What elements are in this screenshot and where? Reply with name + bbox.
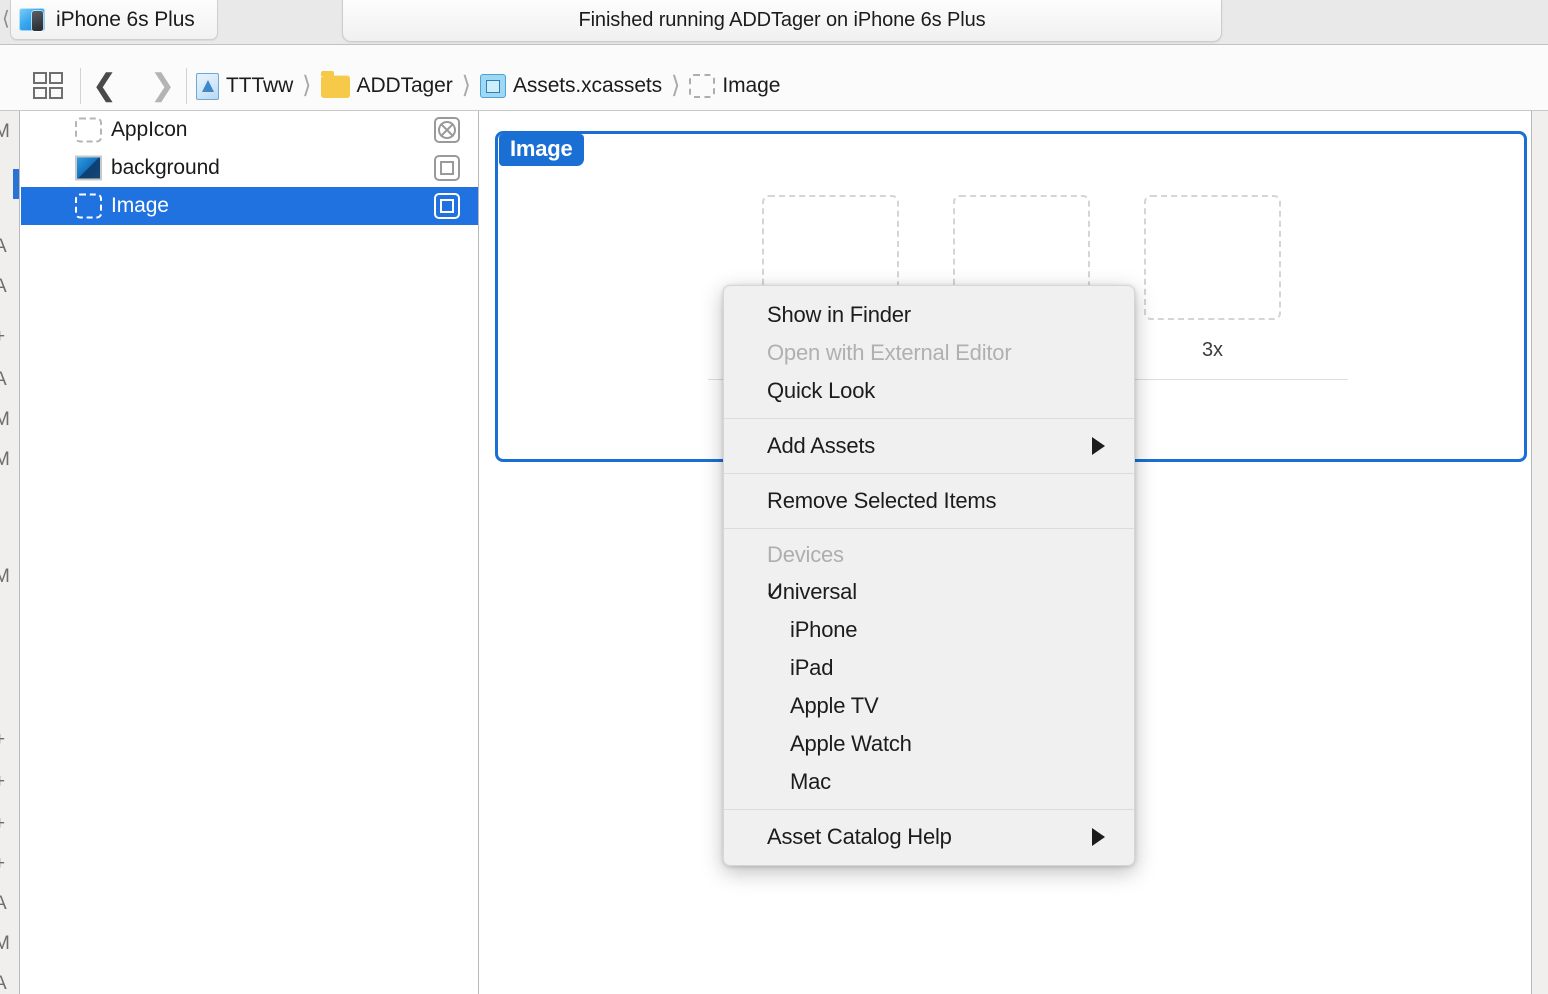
breadcrumb-label-group: ADDTager bbox=[356, 74, 453, 97]
menu-separator bbox=[724, 473, 1134, 474]
breadcrumb-label-imageset: Image bbox=[722, 74, 781, 97]
clipped-glyph: + bbox=[0, 771, 5, 793]
jumpbar-divider-1 bbox=[80, 68, 81, 104]
menu-item-asset-catalog-help[interactable]: Asset Catalog Help bbox=[724, 818, 1134, 856]
toolbar: ⟨ iPhone 6s Plus Finished running ADDTag… bbox=[0, 0, 1548, 45]
context-menu[interactable]: Show in Finder Open with External Editor… bbox=[723, 285, 1135, 866]
inspector-clipped-strip[interactable] bbox=[1531, 111, 1548, 994]
imageset-icon bbox=[689, 74, 716, 98]
menu-item-add-assets[interactable]: Add Assets bbox=[724, 427, 1134, 465]
chevron-left-icon[interactable]: ❮ bbox=[92, 66, 117, 106]
asset-list-item-appicon[interactable]: AppIcon bbox=[21, 111, 478, 149]
asset-name-label: AppIcon bbox=[111, 118, 188, 141]
clipped-glyph: A bbox=[0, 973, 7, 994]
clipped-glyph: + bbox=[0, 813, 5, 835]
menu-item-label: Show in Finder bbox=[767, 302, 911, 327]
menu-item-label: Apple Watch bbox=[790, 731, 912, 756]
imageset-badge-icon bbox=[434, 193, 460, 219]
breadcrumb-separator-icon: ⟩ bbox=[671, 72, 681, 99]
checkmark-icon: ✓ bbox=[765, 578, 785, 605]
clipped-glyph: A bbox=[0, 893, 7, 915]
clipped-glyph: M bbox=[0, 449, 10, 471]
menu-section-header-devices: Devices bbox=[724, 537, 1134, 573]
activity-status-bar: Finished running ADDTager on iPhone 6s P… bbox=[342, 0, 1222, 42]
menu-item-label: Quick Look bbox=[767, 378, 876, 403]
image-slot-3x[interactable] bbox=[1144, 195, 1281, 320]
clipped-glyph: A bbox=[0, 236, 7, 258]
clipped-glyph: + bbox=[0, 729, 5, 751]
menu-item-label: Asset Catalog Help bbox=[767, 824, 952, 849]
breadcrumb-item-imageset[interactable]: Image bbox=[689, 68, 780, 104]
clipped-glyph: A bbox=[0, 276, 7, 298]
menu-item-label: iPhone bbox=[790, 617, 858, 642]
xcode-window: ⟨ iPhone 6s Plus Finished running ADDTag… bbox=[0, 0, 1548, 994]
ios-simulator-icon bbox=[19, 7, 49, 33]
clipped-glyph: + bbox=[0, 326, 5, 348]
dashed-placeholder-icon bbox=[75, 117, 102, 143]
menu-item-mac[interactable]: Mac bbox=[724, 763, 1134, 801]
imageset-badge-icon bbox=[434, 155, 460, 181]
folder-icon bbox=[320, 70, 350, 98]
image-thumbnail-icon bbox=[75, 155, 102, 181]
menu-item-label: Mac bbox=[790, 769, 831, 794]
clipped-selection-bar bbox=[13, 169, 19, 199]
menu-item-label: iPad bbox=[790, 655, 834, 680]
asset-list-item-background[interactable]: background bbox=[21, 149, 478, 187]
scheme-destination-chip[interactable]: iPhone 6s Plus bbox=[10, 0, 218, 40]
menu-separator bbox=[724, 809, 1134, 810]
breadcrumb-separator-icon: ⟩ bbox=[461, 72, 471, 99]
image-slot-caption-3x: 3x bbox=[1201, 339, 1224, 361]
xcodeproj-icon bbox=[196, 72, 219, 100]
breadcrumb-item-group[interactable]: ADDTager bbox=[320, 68, 453, 104]
menu-item-universal[interactable]: ✓ Universal bbox=[724, 573, 1134, 611]
activity-status-text: Finished running ADDTager on iPhone 6s P… bbox=[578, 9, 986, 31]
menu-item-remove-selected-items[interactable]: Remove Selected Items bbox=[724, 482, 1134, 520]
xcassets-icon bbox=[479, 74, 506, 98]
menu-item-show-in-finder[interactable]: Show in Finder bbox=[724, 296, 1134, 334]
toolbar-overflow-chevron-icon[interactable]: ⟨ bbox=[2, 8, 10, 30]
menu-separator bbox=[724, 418, 1134, 419]
breadcrumb-separator-icon: ⟩ bbox=[302, 72, 312, 99]
breadcrumb: TTTww ⟩ ADDTager ⟩ Assets.xcassets ⟩ Ima… bbox=[196, 68, 780, 104]
clipped-glyph: M bbox=[0, 933, 10, 955]
scheme-destination-label: iPhone 6s Plus bbox=[56, 7, 195, 31]
clipped-glyph: + bbox=[0, 853, 5, 875]
asset-name-label: Image bbox=[111, 194, 169, 217]
appicon-badge-icon bbox=[434, 117, 460, 143]
asset-list-item-image[interactable]: Image bbox=[21, 187, 478, 225]
jumpbar-divider-2 bbox=[186, 68, 187, 104]
clipped-glyph: M bbox=[0, 566, 10, 588]
asset-name-label: background bbox=[111, 156, 220, 179]
menu-separator bbox=[724, 528, 1134, 529]
menu-item-label: Apple TV bbox=[790, 693, 879, 718]
clipped-glyph: M bbox=[0, 409, 10, 431]
menu-item-ipad[interactable]: iPad bbox=[724, 649, 1134, 687]
menu-section-label: Devices bbox=[767, 542, 844, 567]
menu-item-apple-tv[interactable]: Apple TV bbox=[724, 687, 1134, 725]
submenu-arrow-icon bbox=[1092, 828, 1105, 846]
breadcrumb-item-project[interactable]: TTTww bbox=[196, 68, 293, 104]
chevron-right-icon[interactable]: ❯ bbox=[150, 66, 175, 106]
navigator-clipped-strip[interactable]: M A A + A M M M + + + + A M A bbox=[0, 111, 20, 994]
dashed-placeholder-icon bbox=[75, 193, 102, 219]
menu-item-quick-look[interactable]: Quick Look bbox=[724, 372, 1134, 410]
submenu-arrow-icon bbox=[1092, 437, 1105, 455]
menu-item-apple-watch[interactable]: Apple Watch bbox=[724, 725, 1134, 763]
asset-list-sidebar: AppIcon background Image bbox=[21, 111, 479, 994]
breadcrumb-label-catalog: Assets.xcassets bbox=[512, 74, 663, 97]
clipped-glyph: A bbox=[0, 369, 7, 391]
menu-item-label: Open with External Editor bbox=[767, 340, 1012, 365]
clipped-glyph: M bbox=[0, 121, 10, 143]
menu-item-label: Add Assets bbox=[767, 433, 876, 458]
menu-item-iphone[interactable]: iPhone bbox=[724, 611, 1134, 649]
menu-item-label: Remove Selected Items bbox=[767, 488, 997, 513]
menu-item-open-with-external-editor: Open with External Editor bbox=[724, 334, 1134, 372]
editor-grid-icon[interactable] bbox=[33, 72, 64, 100]
breadcrumb-item-catalog[interactable]: Assets.xcassets bbox=[479, 68, 663, 104]
breadcrumb-label-project: TTTww bbox=[226, 74, 294, 97]
